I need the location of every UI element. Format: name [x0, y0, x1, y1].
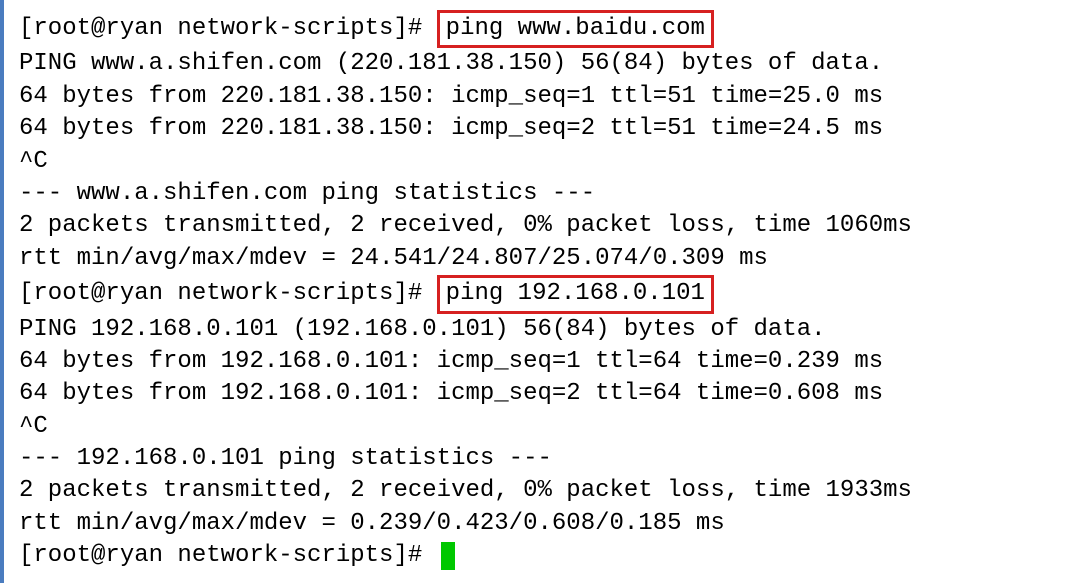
shell-prompt: [root@ryan network-scripts]#: [19, 278, 437, 310]
output-line: 64 bytes from 192.168.0.101: icmp_seq=2 …: [19, 378, 1065, 410]
output-line: ^C: [19, 146, 1065, 178]
output-line: --- www.a.shifen.com ping statistics ---: [19, 178, 1065, 210]
terminal-prompt-line-2: [root@ryan network-scripts]# ping 192.16…: [19, 275, 1065, 313]
output-line: PING www.a.shifen.com (220.181.38.150) 5…: [19, 48, 1065, 80]
output-line: --- 192.168.0.101 ping statistics ---: [19, 443, 1065, 475]
terminal-prompt-line-3[interactable]: [root@ryan network-scripts]#: [19, 540, 1065, 572]
output-line: 2 packets transmitted, 2 received, 0% pa…: [19, 475, 1065, 507]
shell-prompt: [root@ryan network-scripts]#: [19, 540, 437, 572]
output-line: PING 192.168.0.101 (192.168.0.101) 56(84…: [19, 314, 1065, 346]
cursor-icon: [441, 542, 455, 570]
output-line: ^C: [19, 411, 1065, 443]
output-line: 64 bytes from 220.181.38.150: icmp_seq=1…: [19, 81, 1065, 113]
output-line: 64 bytes from 220.181.38.150: icmp_seq=2…: [19, 113, 1065, 145]
terminal-prompt-line-1: [root@ryan network-scripts]# ping www.ba…: [19, 10, 1065, 48]
output-line: 64 bytes from 192.168.0.101: icmp_seq=1 …: [19, 346, 1065, 378]
shell-prompt: [root@ryan network-scripts]#: [19, 13, 437, 45]
output-line: rtt min/avg/max/mdev = 24.541/24.807/25.…: [19, 243, 1065, 275]
output-line: 2 packets transmitted, 2 received, 0% pa…: [19, 210, 1065, 242]
output-line: rtt min/avg/max/mdev = 0.239/0.423/0.608…: [19, 508, 1065, 540]
command-highlight-1: ping www.baidu.com: [437, 10, 714, 48]
command-highlight-2: ping 192.168.0.101: [437, 275, 714, 313]
